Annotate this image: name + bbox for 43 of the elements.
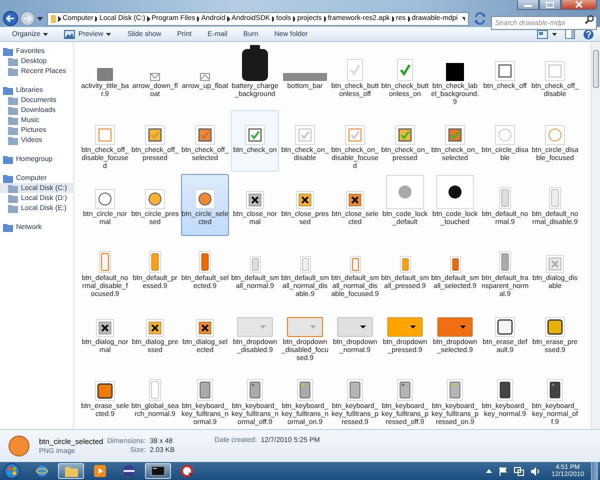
minimize-button[interactable]	[517, 0, 539, 10]
view-icon[interactable]	[537, 30, 548, 38]
caret-icon[interactable]	[552, 32, 557, 36]
chevron-icon	[293, 16, 296, 22]
network-icon[interactable]	[514, 466, 524, 476]
chevron-icon	[147, 16, 150, 22]
back-button[interactable]	[3, 11, 18, 26]
history-caret-icon[interactable]	[37, 16, 43, 20]
play-icon	[94, 465, 106, 477]
chevron-icon	[392, 16, 394, 22]
scroll-thumb[interactable]	[593, 50, 599, 88]
maximize-button[interactable]	[539, 0, 561, 10]
chevron-icon	[324, 16, 326, 22]
caret-icon	[106, 32, 112, 36]
caret-up-icon[interactable]	[486, 469, 492, 473]
pane-icon[interactable]	[565, 29, 575, 39]
sphere-icon	[123, 465, 135, 477]
chevron-icon	[58, 16, 61, 22]
taskbar-button[interactable]	[145, 463, 171, 479]
help-icon[interactable]	[583, 28, 594, 40]
chevron-icon	[227, 16, 230, 22]
folder-icon	[64, 466, 78, 476]
chevron-icon	[408, 16, 410, 22]
start-button[interactable]	[4, 463, 20, 479]
terminal-icon	[151, 466, 165, 476]
chevron-icon	[95, 16, 98, 22]
scrollbar[interactable]	[591, 42, 600, 429]
speaker-icon[interactable]	[531, 466, 540, 476]
chevron-icon	[272, 16, 274, 22]
minimize-icon	[524, 2, 532, 6]
flag-icon[interactable]	[499, 466, 508, 476]
picture-icon	[64, 30, 76, 38]
globe-icon	[36, 465, 48, 477]
cursor-icon	[180, 464, 194, 478]
search-icon[interactable]	[585, 14, 594, 24]
maximize-icon	[546, 2, 554, 8]
folder-icon	[51, 14, 56, 23]
caret-icon[interactable]	[462, 16, 465, 20]
caret-icon	[43, 32, 48, 36]
close-icon	[575, 1, 583, 8]
refresh-icon[interactable]	[473, 12, 487, 25]
close-button[interactable]	[561, 0, 597, 10]
chevron-icon	[197, 16, 200, 22]
